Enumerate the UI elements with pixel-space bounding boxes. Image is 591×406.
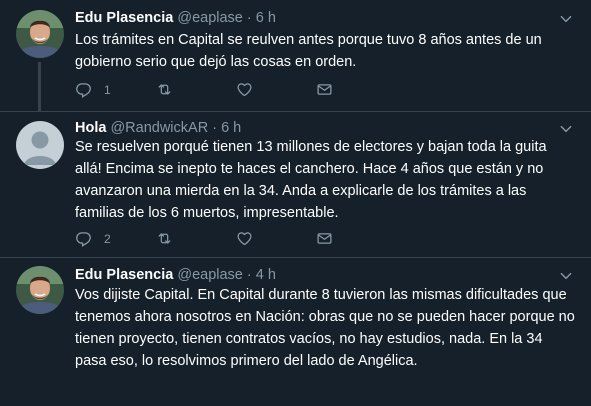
tweet-header: Hola @RandwickAR · 6 h: [75, 120, 241, 136]
direct-message-icon: [316, 81, 333, 98]
like-button[interactable]: [236, 81, 253, 98]
tweet[interactable]: Hola @RandwickAR · 6 h Se resuelven porq…: [0, 112, 591, 258]
avatar[interactable]: [16, 266, 64, 314]
user-photo-icon: [16, 10, 64, 58]
reply-icon: [75, 81, 92, 98]
timestamp[interactable]: 4 h: [256, 267, 276, 283]
reply-icon: [75, 230, 92, 247]
retweet-button[interactable]: [156, 230, 173, 247]
separator-dot: ·: [212, 120, 218, 136]
chevron-down-icon[interactable]: [559, 122, 573, 136]
author-handle[interactable]: @RandwickAR: [110, 120, 208, 136]
retweet-button[interactable]: [156, 81, 173, 98]
timestamp[interactable]: 6 h: [221, 120, 241, 136]
tweet-actions: 2: [75, 230, 335, 250]
direct-message-button[interactable]: [316, 230, 333, 247]
separator-dot: ·: [246, 10, 252, 26]
reply-button[interactable]: 1: [75, 81, 111, 98]
author-handle[interactable]: @eaplase: [177, 267, 243, 283]
tweet-text: Vos dijiste Capital. En Capital durante …: [75, 287, 575, 369]
retweet-icon: [156, 81, 173, 98]
direct-message-icon: [316, 230, 333, 247]
author-name[interactable]: Edu Plasencia: [75, 10, 173, 26]
like-icon: [236, 230, 253, 247]
author-handle[interactable]: @eaplase: [177, 10, 243, 26]
reply-count: 2: [104, 231, 111, 246]
direct-message-button[interactable]: [316, 81, 333, 98]
author-name[interactable]: Edu Plasencia: [75, 267, 173, 283]
tweet-thread: Edu Plasencia @eaplase · 6 h Los trámite…: [0, 0, 591, 406]
retweet-icon: [156, 230, 173, 247]
user-photo-icon: [16, 266, 64, 314]
avatar[interactable]: [16, 10, 64, 58]
separator-dot: ·: [246, 267, 252, 283]
chevron-down-icon[interactable]: [559, 12, 573, 26]
default-avatar-icon: [16, 121, 64, 169]
avatar[interactable]: [16, 121, 64, 169]
reply-count: 1: [104, 82, 111, 97]
timestamp[interactable]: 6 h: [256, 10, 276, 26]
tweet[interactable]: Edu Plasencia @eaplase · 4 h Vos dijiste…: [0, 258, 591, 406]
tweet-actions: 1: [75, 81, 335, 101]
tweet-text: Los trámites en Capital se reulven antes…: [75, 32, 542, 70]
reply-button[interactable]: 2: [75, 230, 111, 247]
chevron-down-icon[interactable]: [559, 269, 573, 283]
like-icon: [236, 81, 253, 98]
thread-connector-line: [38, 62, 41, 112]
like-button[interactable]: [236, 230, 253, 247]
tweet-text: Se resuelven porqué tienen 13 millones d…: [75, 139, 547, 221]
author-name[interactable]: Hola: [75, 120, 106, 136]
tweet-header: Edu Plasencia @eaplase · 4 h: [75, 267, 276, 283]
tweet-header: Edu Plasencia @eaplase · 6 h: [75, 10, 276, 26]
tweet[interactable]: Edu Plasencia @eaplase · 6 h Los trámite…: [0, 0, 591, 112]
